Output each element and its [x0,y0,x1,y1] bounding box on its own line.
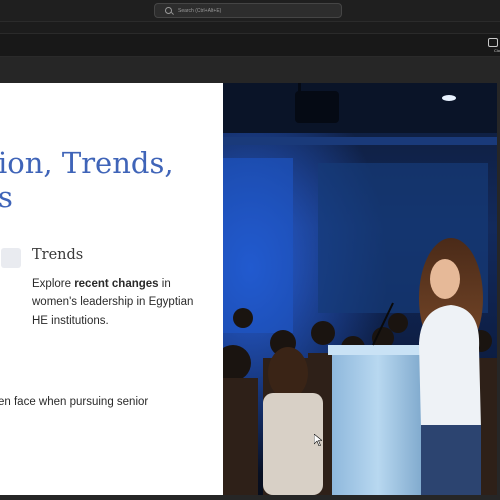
card-body-bold: recent changes [74,278,159,290]
slide-title-line-1: ion, Trends, [0,146,174,180]
slide-title[interactable]: ion, Trends, s [0,146,218,214]
ribbon-toolbar: Clo [0,33,500,57]
card-body[interactable]: Explore recent changes in women's leader… [32,275,212,330]
card-heading[interactable]: Trends [32,247,83,263]
mouse-cursor-icon [314,434,322,446]
speaker-photo[interactable] [223,83,497,495]
search-icon [165,7,172,14]
title-bar: Search (Ctrl+Alt+E) [0,0,500,22]
slide-title-line-2: s [0,180,13,214]
toolbar-label[interactable]: Clo [494,48,500,53]
card-icon [1,248,21,268]
card-body-pre: Explore [32,278,75,290]
search-input[interactable]: Search (Ctrl+Alt+E) [154,3,342,18]
search-placeholder: Search (Ctrl+Alt+E) [178,7,222,14]
toolbar-icon[interactable] [488,38,498,47]
slide[interactable]: ion, Trends, s Trends Explore recent cha… [0,83,497,495]
slide-bottom-text[interactable]: en face when pursuing senior [0,396,148,408]
